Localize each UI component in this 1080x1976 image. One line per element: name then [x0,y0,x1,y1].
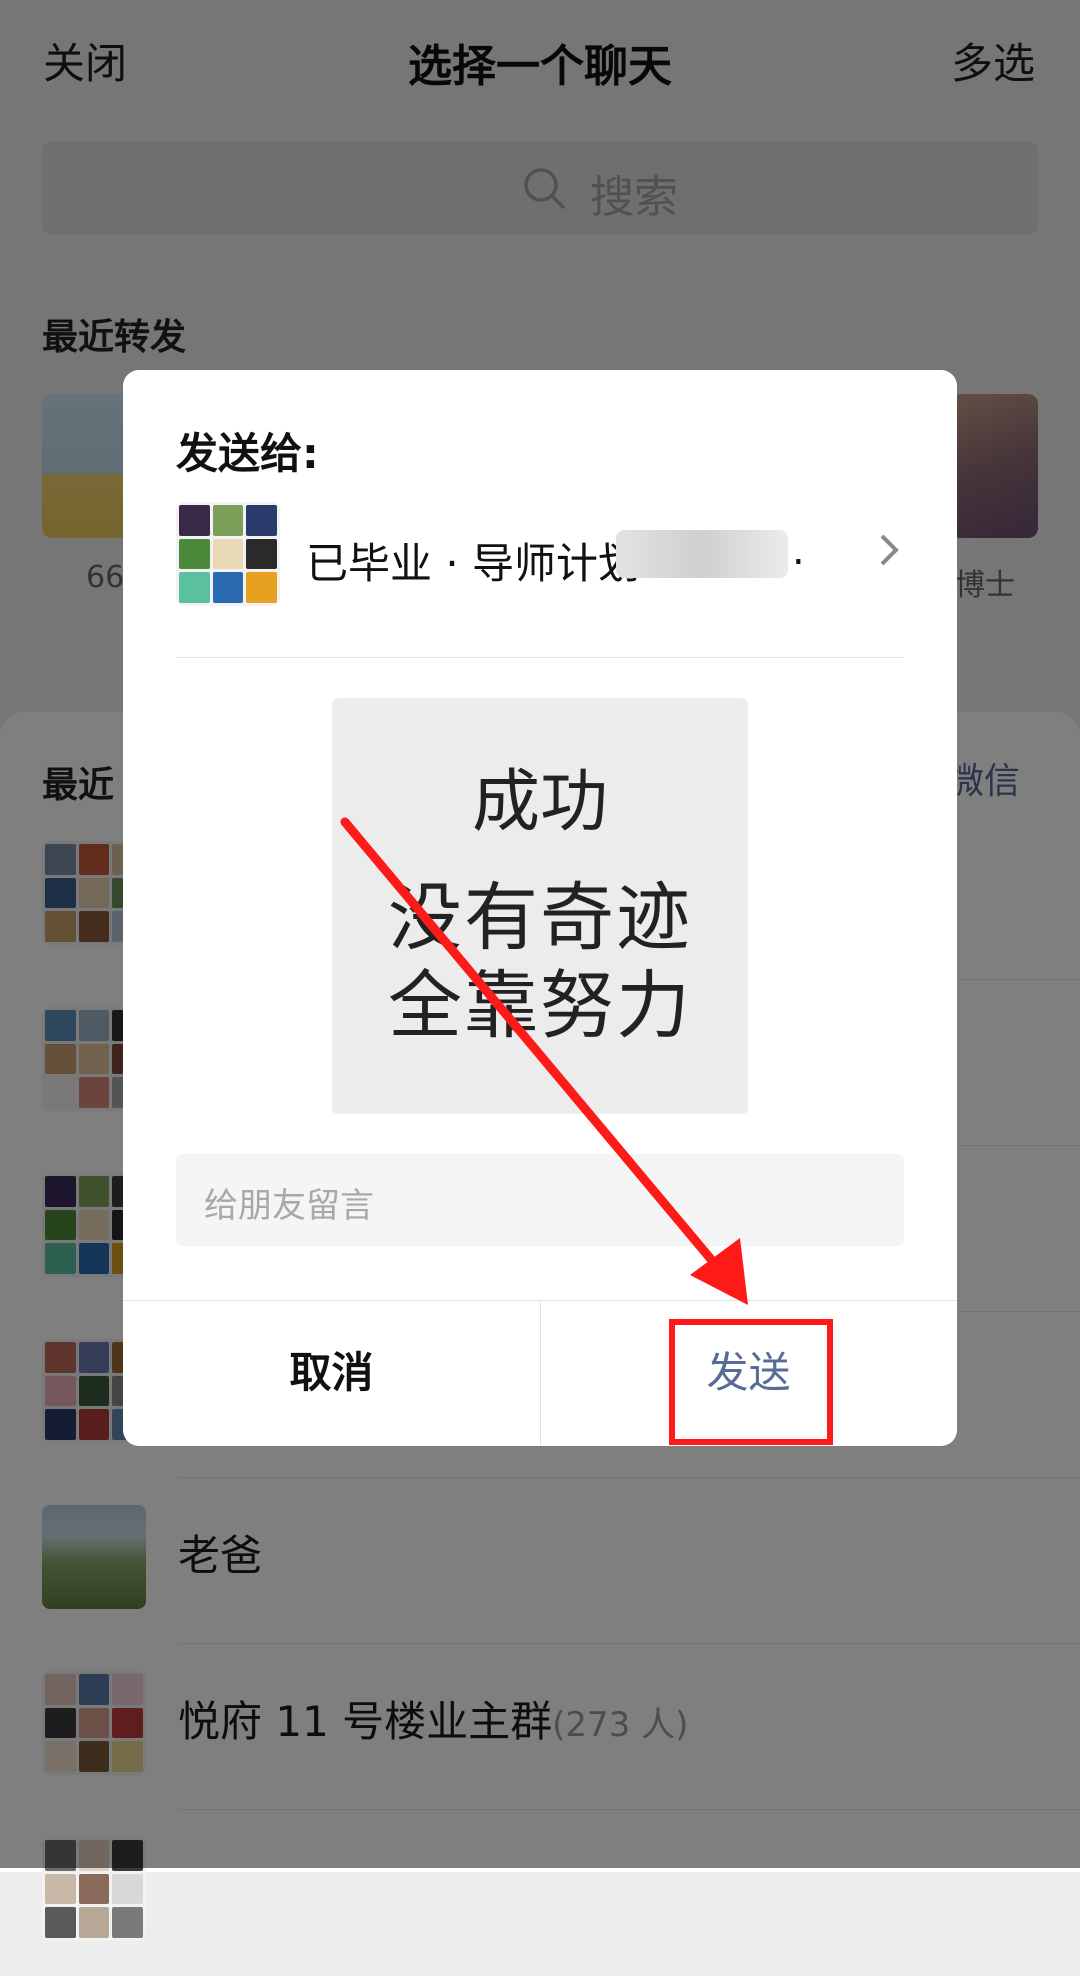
blurred-text [616,530,788,578]
preview-line: 成功 [471,763,608,842]
avatar [176,502,280,606]
cancel-button[interactable]: 取消 [123,1300,540,1446]
target-chat-name: 已毕业 · 导师计划 [306,539,641,588]
send-dialog: 发送给: 已毕业 · 导师计划 . 成功 没有奇迹 全靠努力 给朋友留言 取消 … [123,370,957,1446]
preview-line: 全靠努力 [388,963,692,1049]
image-preview[interactable]: 成功 没有奇迹 全靠努力 [332,698,748,1114]
target-chat-name-suffix: . [792,528,805,574]
divider [176,657,904,658]
highlight-box [669,1319,833,1445]
target-chat-row[interactable]: 已毕业 · 导师计划 . [176,502,904,612]
send-to-label: 发送给: [176,429,319,478]
message-placeholder: 给朋友留言 [204,1186,374,1226]
chevron-right-icon [880,534,899,566]
message-input[interactable]: 给朋友留言 [176,1154,904,1246]
